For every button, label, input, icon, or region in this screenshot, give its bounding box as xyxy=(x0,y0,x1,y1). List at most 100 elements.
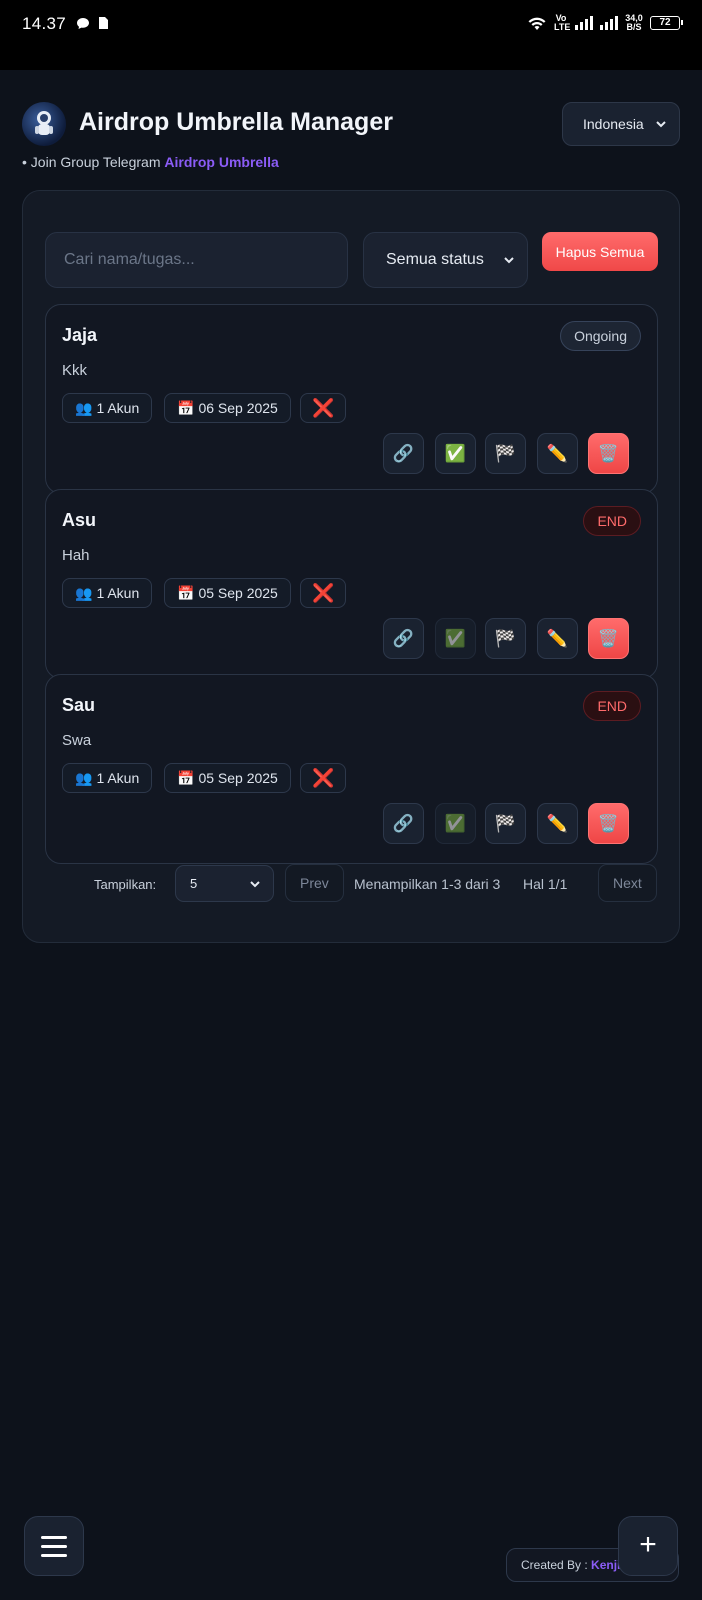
delete-button[interactable]: 🗑️ xyxy=(588,803,629,844)
page-size-select[interactable]: 5 xyxy=(175,865,274,902)
system-indicators: Vo LTE 34,0 B/S 72 xyxy=(527,13,683,32)
people-icon: 👥 xyxy=(75,770,93,786)
pencil-icon: ✏️ xyxy=(546,628,569,648)
cross-icon: ❌ xyxy=(312,398,335,418)
cross-icon: ❌ xyxy=(312,583,335,603)
accounts-chip: 👥 1 Akun xyxy=(62,763,153,793)
signal-1-icon xyxy=(575,16,593,30)
chevron-down-icon xyxy=(504,257,514,264)
status-badge: END xyxy=(583,506,641,536)
link-icon: 🔗 xyxy=(392,628,415,648)
calendar-icon: 📅 xyxy=(177,770,195,786)
trash-icon: 🗑️ xyxy=(597,443,620,463)
wifi-icon xyxy=(528,17,546,30)
status-filter-value: Semua status xyxy=(386,251,484,268)
chevron-down-icon xyxy=(250,880,260,887)
people-icon: 👥 xyxy=(75,400,93,416)
trash-icon: 🗑️ xyxy=(597,628,620,648)
signal-2-icon xyxy=(600,16,618,30)
astronaut-logo-icon xyxy=(22,102,66,146)
open-link-button[interactable]: 🔗 xyxy=(383,618,424,659)
checkered-flag-icon: 🏁 xyxy=(494,628,517,648)
status-bar: 14.37 Vo LTE 34,0 B/S 72 xyxy=(0,0,702,70)
subline-prefix: • Join Group Telegram xyxy=(22,154,165,170)
task-card: Sau Swa END 👥 1 Akun 📅 05 Sep 2025 ❌ 🔗 ✅ 🏁… xyxy=(45,674,658,864)
check-icon: ✅ xyxy=(444,443,467,463)
finish-button[interactable]: 🏁 xyxy=(485,803,526,844)
pencil-icon: ✏️ xyxy=(546,813,569,833)
task-date: 05 Sep 2025 xyxy=(198,770,278,786)
status-badge: END xyxy=(583,691,641,721)
date-chip: 📅 05 Sep 2025 xyxy=(164,578,291,608)
page-size-value: 5 xyxy=(190,876,198,891)
page-indicator: Hal 1/1 xyxy=(523,876,568,892)
pencil-icon: ✏️ xyxy=(546,443,569,463)
delete-button[interactable]: 🗑️ xyxy=(588,433,629,474)
page-size-label: Tampilkan: xyxy=(94,877,157,892)
task-name: Asu xyxy=(62,510,97,530)
mark-done-button[interactable]: ✅ xyxy=(435,433,476,474)
checkered-flag-icon: 🏁 xyxy=(494,813,517,833)
battery-icon: 72 xyxy=(650,16,683,30)
calendar-icon: 📅 xyxy=(177,585,195,601)
task-panel: Semua status Hapus Semua Jaja Kkk Ongoin… xyxy=(22,190,680,943)
app-header: Airdrop Umbrella Manager Indonesia • Joi… xyxy=(22,102,680,172)
open-link-button[interactable]: 🔗 xyxy=(383,433,424,474)
credit-name: Kenji xyxy=(591,1558,621,1572)
task-date: 05 Sep 2025 xyxy=(198,585,278,601)
task-name: Jaja xyxy=(62,325,98,345)
hamburger-icon xyxy=(41,1535,67,1539)
notification-icons xyxy=(76,16,109,30)
trash-icon: 🗑️ xyxy=(597,813,620,833)
next-page-button[interactable]: Next xyxy=(598,864,657,902)
accounts-count: 1 Akun xyxy=(96,770,140,786)
network-speed: 34,0 B/S xyxy=(625,13,643,32)
task-description: Swa xyxy=(62,732,92,749)
task-description: Kkk xyxy=(62,362,88,379)
results-info: Menampilkan 1-3 dari 3 xyxy=(354,876,501,892)
not-done-indicator: ❌ xyxy=(300,393,347,423)
edit-button[interactable]: ✏️ xyxy=(537,433,578,474)
menu-button[interactable] xyxy=(24,1516,84,1576)
status-filter-select[interactable]: Semua status xyxy=(363,232,528,288)
app-title: Airdrop Umbrella Manager xyxy=(79,108,393,136)
task-description: Hah xyxy=(62,547,90,564)
file-notification-icon xyxy=(99,17,108,29)
delete-button[interactable]: 🗑️ xyxy=(588,618,629,659)
finish-button[interactable]: 🏁 xyxy=(485,618,526,659)
language-select[interactable]: Indonesia xyxy=(562,102,680,146)
task-card: Asu Hah END 👥 1 Akun 📅 05 Sep 2025 ❌ 🔗 ✅ 🏁… xyxy=(45,489,658,679)
date-chip: 📅 06 Sep 2025 xyxy=(164,393,291,423)
task-name: Sau xyxy=(62,695,96,715)
mark-done-button[interactable]: ✅ xyxy=(435,618,476,659)
finish-button[interactable]: 🏁 xyxy=(485,433,526,474)
people-icon: 👥 xyxy=(75,585,93,601)
edit-button[interactable]: ✏️ xyxy=(537,618,578,659)
date-chip: 📅 05 Sep 2025 xyxy=(164,763,291,793)
prev-page-button[interactable]: Prev xyxy=(285,864,344,902)
mark-done-button[interactable]: ✅ xyxy=(435,803,476,844)
add-task-button[interactable]: + xyxy=(618,1516,678,1576)
link-icon: 🔗 xyxy=(392,813,415,833)
task-date: 06 Sep 2025 xyxy=(198,400,278,416)
check-icon: ✅ xyxy=(444,628,467,648)
link-icon: 🔗 xyxy=(392,443,415,463)
chevron-down-icon xyxy=(656,121,666,128)
clock: 14.37 xyxy=(22,14,67,33)
battery-level: 72 xyxy=(659,17,671,28)
open-link-button[interactable]: 🔗 xyxy=(383,803,424,844)
telegram-group-link[interactable]: Airdrop Umbrella xyxy=(164,154,278,170)
accounts-chip: 👥 1 Akun xyxy=(62,393,153,423)
accounts-count: 1 Akun xyxy=(96,585,140,601)
edit-button[interactable]: ✏️ xyxy=(537,803,578,844)
search-input[interactable] xyxy=(45,232,348,288)
telegram-subline: • Join Group Telegram Airdrop Umbrella xyxy=(22,154,279,170)
pagination-bar: Tampilkan: 5 Prev Menampilkan 1-3 dari 3… xyxy=(23,864,681,905)
check-icon: ✅ xyxy=(444,813,467,833)
clear-all-button[interactable]: Hapus Semua xyxy=(542,232,658,271)
checkered-flag-icon: 🏁 xyxy=(494,443,517,463)
task-card: Jaja Kkk Ongoing 👥 1 Akun 📅 06 Sep 2025 ❌ … xyxy=(45,304,658,494)
cross-icon: ❌ xyxy=(312,768,335,788)
not-done-indicator: ❌ xyxy=(300,578,347,608)
chat-notification-icon xyxy=(77,17,89,29)
